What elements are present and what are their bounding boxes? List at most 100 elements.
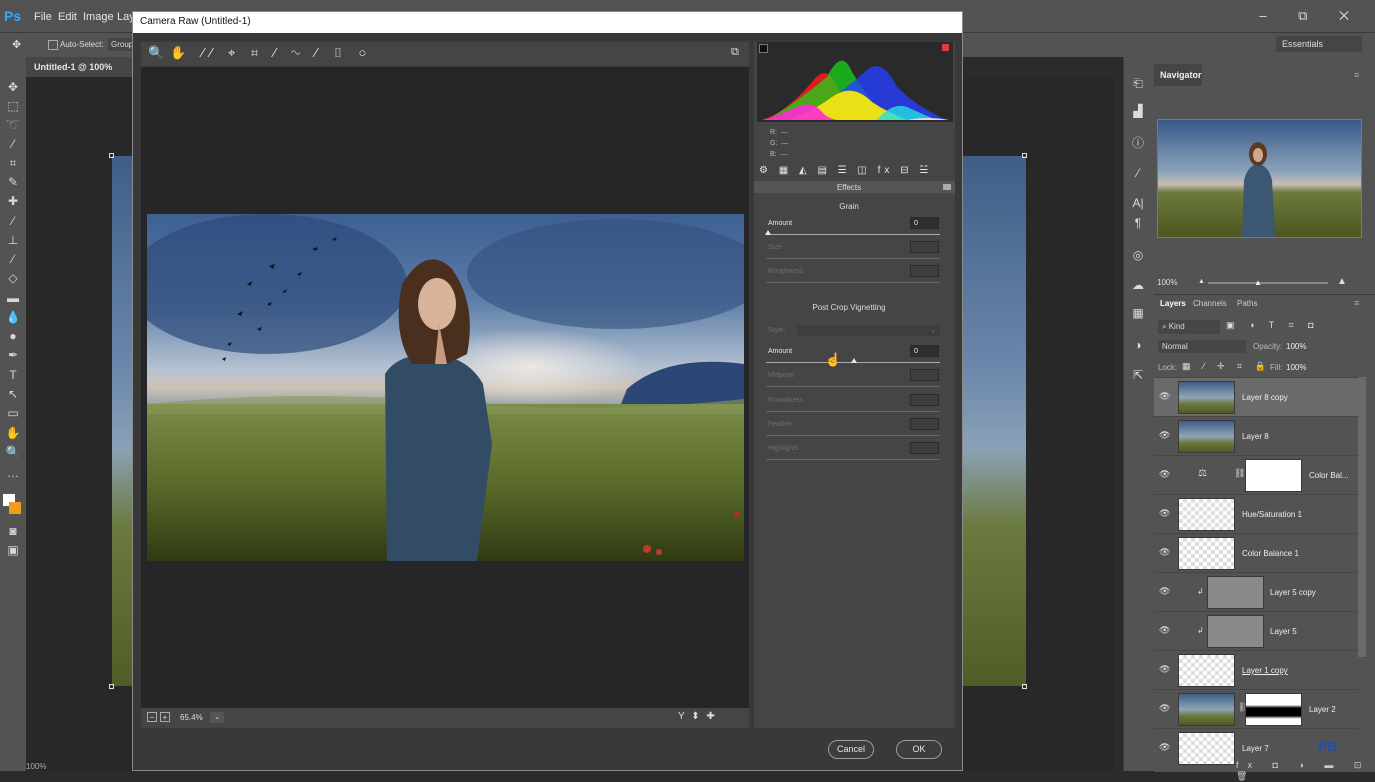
- ok-button[interactable]: OK: [896, 740, 942, 759]
- swatches-panel-icon[interactable]: ▦: [1129, 306, 1147, 320]
- camera-raw-titlebar[interactable]: [133, 12, 962, 33]
- highlight-clipping-icon[interactable]: [942, 44, 949, 51]
- layer-kind-filter[interactable]: ⌕ Kind: [1158, 320, 1220, 334]
- menu-image[interactable]: Image: [83, 11, 114, 23]
- navigator-preview[interactable]: [1157, 119, 1362, 238]
- menu-edit[interactable]: Edit: [58, 11, 77, 23]
- blend-mode-select[interactable]: Normal: [1158, 340, 1246, 353]
- layer-name[interactable]: Layer 7: [1242, 744, 1269, 753]
- layer-name[interactable]: Hue/Saturation 1: [1242, 510, 1302, 519]
- layer-row[interactable]: 👁 ↲ Layer 5: [1154, 611, 1358, 650]
- blur-tool-icon[interactable]: 💧: [5, 310, 21, 324]
- lasso-tool-icon[interactable]: ➰: [5, 118, 21, 132]
- zoom-out-button[interactable]: −: [147, 712, 157, 722]
- layer-name[interactable]: Layer 8: [1242, 432, 1269, 441]
- zoom-level[interactable]: 65.4%: [180, 713, 203, 722]
- screen-mode-icon[interactable]: ▣: [5, 543, 21, 557]
- vignette-amount-thumb[interactable]: [851, 358, 857, 363]
- move-tool-icon[interactable]: ✥: [12, 38, 21, 51]
- move-tool-icon[interactable]: ✥: [5, 80, 21, 94]
- zoom-out-icon[interactable]: ▲: [1198, 278, 1205, 285]
- crop-tool-icon[interactable]: ⌗: [5, 156, 21, 171]
- tab-layers[interactable]: Layers: [1160, 299, 1186, 308]
- layer-name[interactable]: Layer 5 copy: [1270, 588, 1316, 597]
- before-after-view-buttons[interactable]: Y ⬍ ✚: [678, 711, 717, 722]
- paragraph-panel-icon[interactable]: ¶: [1129, 216, 1147, 230]
- visibility-eye-icon[interactable]: 👁: [1159, 547, 1170, 558]
- quick-mask-icon[interactable]: ◙: [5, 524, 21, 538]
- actions-panel-icon[interactable]: ⇱: [1129, 368, 1147, 382]
- stamp-tool-icon[interactable]: ⊥: [5, 233, 21, 247]
- pen-tool-icon[interactable]: ✒: [5, 348, 21, 362]
- more-tools-icon[interactable]: …: [5, 466, 21, 480]
- layer-row[interactable]: 👁 ⛓ Layer 2: [1154, 689, 1358, 728]
- tab-channels[interactable]: Channels: [1193, 299, 1227, 308]
- layer-mask-thumbnail[interactable]: [1245, 693, 1302, 726]
- brush-tool-icon[interactable]: ⁄: [5, 214, 21, 228]
- eyedropper-tool-icon[interactable]: ✎: [5, 175, 21, 189]
- navigator-zoom-slider[interactable]: [1208, 282, 1328, 284]
- transform-handle[interactable]: [1022, 684, 1027, 689]
- visibility-eye-icon[interactable]: 👁: [1159, 664, 1170, 675]
- layer-row[interactable]: 👁 Hue/Saturation 1: [1154, 494, 1358, 533]
- navigator-slider-thumb[interactable]: ▲: [1254, 278, 1262, 287]
- fullscreen-toggle-icon[interactable]: ⧉: [731, 46, 739, 59]
- visibility-eye-icon[interactable]: 👁: [1159, 430, 1170, 441]
- grain-amount-slider[interactable]: [766, 234, 940, 235]
- layer-row[interactable]: 👁 ⚖ ⛓ Color Bal...: [1154, 455, 1358, 494]
- histogram-panel-icon[interactable]: ▟: [1129, 104, 1147, 118]
- visibility-eye-icon[interactable]: 👁: [1159, 625, 1170, 636]
- camera-raw-tool-icons[interactable]: 🔍✋ ⁄⁄ ⌖ ⌗ ⁄ ∿ ⁄ ▯ ○: [148, 45, 372, 61]
- tab-navigator[interactable]: Navigator: [1154, 64, 1202, 86]
- grain-amount-thumb[interactable]: [765, 230, 771, 235]
- character-panel-icon[interactable]: A|: [1129, 196, 1147, 210]
- tab-paths[interactable]: Paths: [1237, 299, 1257, 308]
- grain-amount-input[interactable]: 0: [910, 217, 939, 229]
- layer-row[interactable]: 👁 Layer 8: [1154, 416, 1358, 455]
- shape-tool-icon[interactable]: ▭: [5, 406, 21, 420]
- history-panel-icon[interactable]: ⎗: [1129, 76, 1147, 91]
- zoom-tool-icon[interactable]: 🔍: [5, 445, 21, 459]
- transform-handle[interactable]: [1022, 153, 1027, 158]
- cancel-button[interactable]: Cancel: [828, 740, 874, 759]
- layer-row[interactable]: 👁 Layer 8 copy: [1154, 377, 1358, 416]
- visibility-eye-icon[interactable]: 👁: [1159, 469, 1170, 480]
- visibility-eye-icon[interactable]: 👁: [1159, 742, 1170, 753]
- vignette-amount-input[interactable]: 0: [910, 345, 939, 357]
- transform-handle[interactable]: [109, 684, 114, 689]
- zoom-in-icon[interactable]: ▲: [1337, 276, 1347, 287]
- properties-panel-icon[interactable]: ◑: [1129, 338, 1147, 352]
- visibility-eye-icon[interactable]: 👁: [1159, 391, 1170, 402]
- preview-image[interactable]: [147, 214, 744, 561]
- layer-name[interactable]: Color Bal...: [1309, 471, 1349, 480]
- brushes-panel-icon[interactable]: ⁄: [1129, 166, 1147, 180]
- gradient-tool-icon[interactable]: ▬: [5, 291, 21, 305]
- menu-file[interactable]: File: [34, 11, 52, 23]
- eraser-tool-icon[interactable]: ◇: [5, 271, 21, 285]
- panel-menu-icon[interactable]: ≡: [1354, 298, 1359, 308]
- lock-icons[interactable]: ▦ ⁄ ✛ ⌗ 🔒: [1182, 361, 1271, 372]
- document-tab[interactable]: Untitled-1 @ 100% (Layer: [26, 57, 136, 92]
- layer-name[interactable]: Color Balance 1: [1242, 549, 1299, 558]
- layer-name[interactable]: Layer 1 copy: [1242, 666, 1288, 675]
- navigator-zoom-value[interactable]: 100%: [1157, 278, 1177, 287]
- layer-name[interactable]: Layer 2: [1309, 705, 1336, 714]
- libraries-panel-icon[interactable]: ◎: [1129, 248, 1147, 262]
- auto-select-target[interactable]: Group: [108, 38, 134, 51]
- shadow-clipping-icon[interactable]: [759, 44, 768, 53]
- panel-tab-icons[interactable]: ⚙ ▦ ◭ ▤ ☰ ◫ fx ⊟ ☱: [757, 165, 953, 180]
- layer-filter-icons[interactable]: ▣ ◑ T ⌗ ◘: [1226, 320, 1320, 331]
- transform-handle[interactable]: [109, 153, 114, 158]
- hand-tool-icon[interactable]: ✋: [5, 426, 21, 440]
- info-panel-icon[interactable]: ⓘ: [1129, 134, 1147, 151]
- path-select-tool-icon[interactable]: ↖: [5, 387, 21, 401]
- layer-row[interactable]: 👁 ↲ Layer 5 copy: [1154, 572, 1358, 611]
- layer-row[interactable]: 👁 Color Balance 1: [1154, 533, 1358, 572]
- dodge-tool-icon[interactable]: ●: [5, 329, 21, 343]
- window-controls[interactable]: – ⧉ ✕: [1259, 8, 1363, 24]
- opacity-input[interactable]: 100%: [1286, 342, 1306, 351]
- background-color-swatch[interactable]: [9, 502, 21, 514]
- vignette-style-select[interactable]: ⌄: [797, 325, 940, 336]
- zoom-in-button[interactable]: +: [160, 712, 170, 722]
- layers-scrollbar[interactable]: [1358, 377, 1366, 657]
